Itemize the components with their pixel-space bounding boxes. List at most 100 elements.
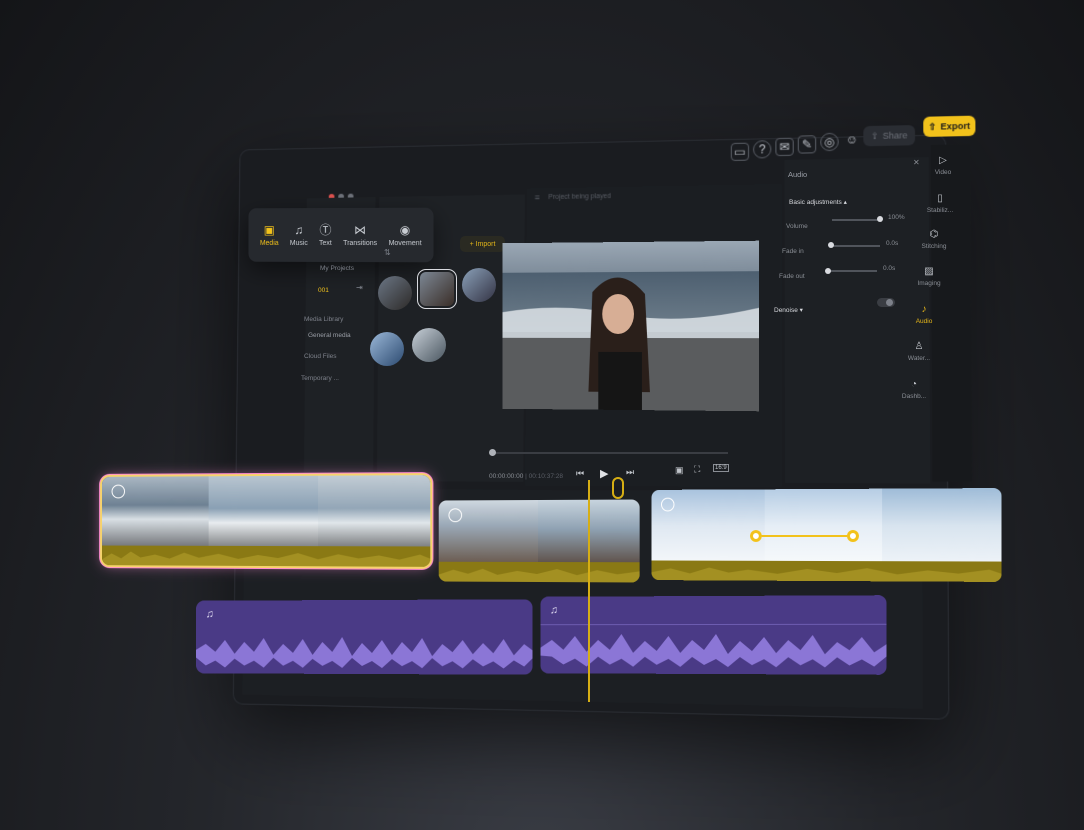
media-thumb-selected[interactable]: [417, 269, 457, 309]
video-clip-selected[interactable]: [101, 475, 431, 567]
palette-media[interactable]: ▣ Media: [259, 223, 279, 247]
snapshot-icon[interactable]: ▣: [675, 465, 684, 476]
audio-clip[interactable]: ♫: [540, 595, 887, 675]
share-button[interactable]: ⇪ Share: [863, 125, 916, 147]
rail-audio[interactable]: ♪ Audio: [904, 304, 944, 325]
clip-frame: [765, 488, 882, 564]
stitch-icon: ⌬: [929, 229, 939, 240]
timecode-current: 00:00:00:00: [489, 473, 524, 480]
video-clip[interactable]: [651, 488, 1002, 582]
menu-icon[interactable]: ≡: [535, 192, 540, 202]
fade-in-slider[interactable]: [830, 245, 880, 247]
skip-forward-icon[interactable]: ⏭: [626, 467, 634, 478]
clip-frame: [318, 475, 431, 549]
rail-label: Stabiliz...: [926, 207, 954, 214]
close-icon[interactable]: ✕: [913, 158, 920, 167]
share-icon: ⇪: [870, 130, 879, 141]
volume-knob[interactable]: [877, 216, 883, 222]
subtitles-icon[interactable]: ▭: [730, 142, 750, 161]
stabilize-icon: ▯: [937, 193, 943, 204]
help-icon[interactable]: ?: [753, 140, 772, 159]
edit-note-icon[interactable]: ✎: [797, 135, 817, 154]
logout-icon[interactable]: ⇥: [356, 283, 363, 292]
keyframe-knob[interactable]: [750, 530, 762, 542]
user-icon[interactable]: ☺: [843, 130, 862, 148]
palette-music[interactable]: ♫ Music: [290, 223, 308, 247]
sidebar-item-cloud[interactable]: Cloud Files: [304, 353, 337, 360]
denoise-label: Denoise: [774, 307, 798, 314]
palette-label: Media: [259, 239, 279, 247]
keyframe-knob[interactable]: [846, 529, 859, 543]
rail-label: Water...: [907, 355, 931, 362]
rail-dashboard[interactable]: ◔ Dashb...: [894, 379, 934, 400]
audio-clip[interactable]: ♫: [196, 599, 533, 675]
globe-icon: [111, 484, 126, 499]
video-clip[interactable]: [438, 499, 640, 583]
music-note-icon: ♫: [205, 608, 214, 621]
clip-waveform: [101, 545, 431, 567]
import-button[interactable]: + Import: [460, 236, 505, 252]
palette-label: Text: [319, 239, 332, 247]
volume-slider[interactable]: [832, 219, 880, 221]
export-button[interactable]: ⇧ Export: [923, 115, 976, 137]
fade-out-slider[interactable]: [827, 270, 877, 272]
clip-frames: [101, 475, 431, 549]
play-outline-icon: ▷: [939, 155, 947, 166]
transitions-icon: ⋈: [354, 222, 367, 237]
playhead[interactable]: [588, 480, 590, 702]
rail-video[interactable]: ▷ Video: [923, 155, 963, 176]
timecode-total: 00:10:37:28: [528, 473, 563, 480]
sidebar-item-temporary[interactable]: Temporary ...: [301, 375, 339, 382]
export-label: Export: [940, 120, 971, 132]
media-thumb[interactable]: [412, 328, 446, 362]
denoise-toggle[interactable]: [877, 298, 895, 307]
fade-in-value: 0.0s: [886, 240, 899, 247]
clip-frames: [651, 488, 1002, 564]
timecode: 00:00:00:00 | 00:10:37:28: [489, 473, 563, 480]
volume-label: Volume: [786, 223, 808, 230]
playhead-handle[interactable]: [612, 477, 624, 499]
aspect-ratio[interactable]: 16:9: [713, 464, 729, 472]
audio-icon: ♪: [921, 304, 927, 315]
palette-label: Transitions: [343, 239, 378, 247]
mail-icon[interactable]: ✉: [775, 137, 794, 157]
palette-transitions[interactable]: ⋈ Transitions: [343, 222, 378, 247]
rail-watermark[interactable]: ♙ Water...: [899, 341, 939, 362]
rail-label: Dashb...: [901, 393, 927, 400]
image-icon: ▨: [924, 266, 934, 277]
fade-out-value: 0.0s: [883, 265, 896, 272]
denoise-header[interactable]: Denoise ▾: [774, 306, 803, 314]
volume-value: 100%: [888, 214, 905, 221]
sort-icon[interactable]: ⇅: [384, 248, 391, 257]
media-thumb[interactable]: [378, 276, 412, 310]
share-label: Share: [882, 130, 908, 141]
project-item[interactable]: 001: [318, 287, 329, 294]
sidebar-item-general[interactable]: General media: [308, 332, 351, 339]
fade-out-knob[interactable]: [825, 268, 831, 274]
tool-palette: ▣ Media ♫ Music Ⓣ Text ⋈ Transitions ◉ M…: [248, 207, 434, 263]
movement-icon: ◉: [399, 222, 411, 237]
dashboard-icon: ◔: [910, 379, 918, 390]
palette-movement[interactable]: ◉ Movement: [389, 222, 422, 246]
rail-imaging[interactable]: ▨ Imaging: [909, 266, 949, 287]
audio-waveform: [540, 633, 887, 668]
video-preview[interactable]: [502, 240, 760, 412]
media-thumb[interactable]: [370, 332, 404, 366]
palette-text[interactable]: Ⓣ Text: [319, 223, 332, 247]
skip-back-icon[interactable]: ⏮: [576, 468, 584, 479]
basic-adjustments-label: Basic adjustments: [789, 199, 842, 206]
rail-stitching[interactable]: ⌬ Stitching: [914, 229, 954, 250]
fade-out-label: Fade out: [779, 273, 805, 280]
my-projects-label: My Projects: [320, 265, 354, 272]
rail-label: Imaging: [917, 280, 941, 287]
media-thumb[interactable]: [462, 268, 496, 302]
speed-ramp-line[interactable]: [755, 535, 853, 538]
fade-in-knob[interactable]: [828, 242, 834, 248]
basic-adjustments-header[interactable]: Basic adjustments ▴: [789, 198, 847, 206]
layers-icon[interactable]: ◎: [820, 132, 839, 152]
progress-bar[interactable]: [489, 449, 728, 456]
rail-stabilize[interactable]: ▯ Stabiliz...: [920, 193, 960, 214]
progress-knob[interactable]: [489, 449, 496, 456]
play-icon[interactable]: ▶: [600, 467, 608, 480]
fullscreen-icon[interactable]: ⛶: [694, 464, 700, 475]
